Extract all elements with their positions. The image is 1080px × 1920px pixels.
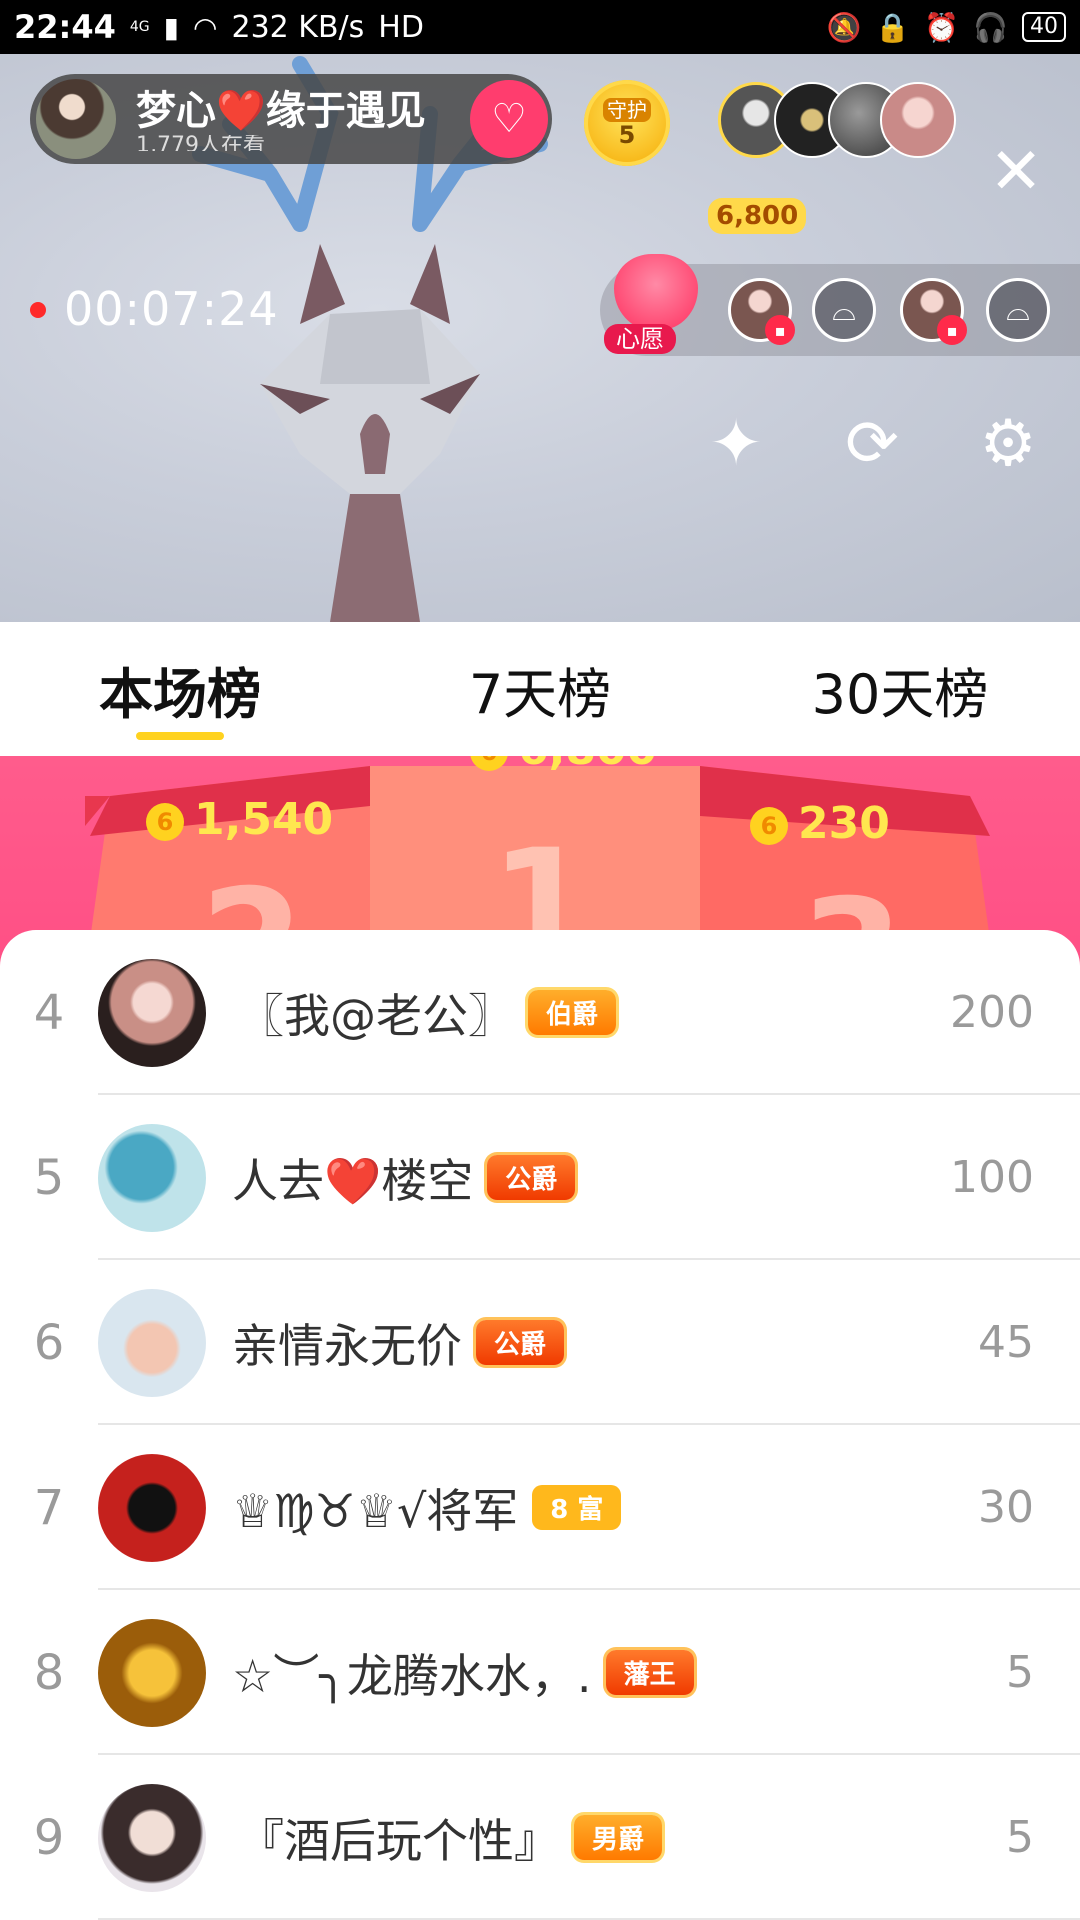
status-time: 22:44 <box>14 8 116 46</box>
magic-wand-icon: ✦ <box>709 407 763 481</box>
network-type: 4G <box>129 19 150 35</box>
beauty-wand-button[interactable]: ✦ <box>696 404 776 484</box>
sofa-icon: ▪ <box>765 315 795 345</box>
camera-switch-icon: ⟳ <box>845 407 899 481</box>
user-name: ♕♍♉♕√将军 <box>232 1483 519 1538</box>
viewer-avatar[interactable] <box>880 82 956 158</box>
tab-current-session[interactable]: 本场榜 <box>0 622 360 756</box>
first-value-text: 6,800 <box>518 756 657 775</box>
signal-icon: ▮ <box>163 10 180 44</box>
tab-7-days[interactable]: 7天榜 <box>360 622 720 756</box>
alarm-icon: ⏰ <box>924 10 960 44</box>
host-name: 梦心❤️缘于遇见 <box>136 88 426 134</box>
user-name: ☆︶╮龙腾水水，. <box>232 1648 592 1703</box>
follow-button[interactable]: ♡ <box>470 80 548 158</box>
rank-number: 8 <box>33 1644 65 1701</box>
tab-label: 7天榜 <box>468 662 612 726</box>
viewer-count: 1,779人在看 <box>136 135 265 151</box>
tab-30-days[interactable]: 30天榜 <box>720 622 1080 756</box>
top-viewers[interactable] <box>718 82 956 164</box>
user-name: 亲情永无价 <box>232 1318 462 1373</box>
mic-seat-occupied[interactable]: ▪ <box>728 278 795 345</box>
heart-plus-icon: ♡ <box>491 96 527 142</box>
hd-label: HD <box>378 9 424 45</box>
wish-label[interactable]: 心愿 <box>604 324 676 354</box>
host-avatar[interactable] <box>36 79 116 159</box>
avatar[interactable] <box>98 1453 206 1562</box>
rank-badge: 藩王 <box>605 1650 694 1695</box>
close-button[interactable]: ✕ <box>982 140 1050 208</box>
wish-heart-icon[interactable] <box>614 254 698 330</box>
live-video[interactable]: 梦心❤️缘于遇见 1,779人在看 ♡ 守护 5 6,800 ✕ 00:07:2… <box>0 54 1080 622</box>
status-bar: 22:44 4G ▮ ◠ 232 KB/s HD 🔕 🔒 ⏰ 🎧 40 <box>0 0 1080 54</box>
score: 5 <box>1006 1647 1034 1698</box>
guard-level: 5 <box>618 121 636 149</box>
close-icon: ✕ <box>989 135 1043 209</box>
network-speed: 232 KB/s <box>231 9 365 45</box>
rank-number: 9 <box>33 1809 65 1866</box>
coin-icon: 6 <box>750 807 788 845</box>
third-place-value: 6 230 <box>750 798 890 849</box>
user-name: 人去❤️楼空 <box>232 1153 474 1208</box>
switch-camera-button[interactable]: ⟳ <box>832 404 912 484</box>
rank-badge: 8 富 <box>532 1485 622 1530</box>
rank-badge: 男爵 <box>574 1815 663 1860</box>
ranking-list: 4 〖我@老公〗 伯爵 200 5 人去❤️楼空 公爵 100 6 亲情永无价 … <box>0 930 1080 1920</box>
coin-icon: 6 <box>470 756 508 771</box>
list-item[interactable]: 7 ♕♍♉♕√将军 8 富 30 <box>0 1425 1080 1590</box>
live-dot <box>30 302 46 318</box>
settings-button[interactable]: ⚙ <box>968 404 1048 484</box>
contribution-count: 6,800 <box>708 198 807 234</box>
leaderboard-tabs: 本场榜 7天榜 30天榜 <box>0 622 1080 756</box>
list-item[interactable]: 9 『酒后玩个性』 男爵 5 <box>0 1755 1080 1920</box>
active-tab-indicator <box>136 732 224 740</box>
rank-number: 6 <box>33 1314 65 1371</box>
lock-icon: 🔒 <box>875 10 911 44</box>
coin-icon: 6 <box>146 803 184 841</box>
rank-number: 5 <box>33 1149 65 1206</box>
guard-label: 守护 <box>603 98 651 122</box>
headset-icon: 🎧 <box>973 10 1008 44</box>
rank-number: 7 <box>33 1479 65 1536</box>
rank-badge: 公爵 <box>487 1155 576 1200</box>
list-item[interactable]: 5 人去❤️楼空 公爵 100 <box>0 1095 1080 1260</box>
score: 5 <box>1006 1812 1034 1863</box>
second-place-value: 6 1,540 <box>146 794 333 845</box>
score: 100 <box>950 1152 1034 1203</box>
rank-badge: 公爵 <box>476 1320 565 1365</box>
first-place-value: 6 6,800 <box>470 756 657 775</box>
battery-icon: 40 <box>1022 12 1066 42</box>
user-name: 〖我@老公〗 <box>238 988 514 1043</box>
sofa-icon: ▪ <box>937 315 967 345</box>
guard-badge[interactable]: 守护 5 <box>584 80 670 166</box>
list-item[interactable]: 8 ☆︶╮龙腾水水，. 藩王 5 <box>0 1590 1080 1755</box>
mic-seat-empty[interactable]: ⌓ <box>986 278 1050 342</box>
tab-label: 本场榜 <box>99 662 261 726</box>
avatar[interactable] <box>98 958 206 1067</box>
rank-number: 4 <box>33 984 65 1041</box>
list-item[interactable]: 6 亲情永无价 公爵 45 <box>0 1260 1080 1425</box>
avatar[interactable] <box>98 1783 206 1892</box>
wifi-icon: ◠ <box>193 10 218 44</box>
mute-icon: 🔕 <box>826 10 862 44</box>
tab-label: 30天榜 <box>811 662 989 726</box>
sofa-icon: ⌓ <box>1006 292 1030 328</box>
avatar[interactable] <box>98 1618 206 1727</box>
mic-seat-empty[interactable]: ⌓ <box>812 278 876 342</box>
mic-seat-occupied[interactable]: ▪ <box>900 278 967 345</box>
score: 45 <box>978 1317 1034 1368</box>
gear-icon: ⚙ <box>979 407 1037 481</box>
second-value-text: 1,540 <box>194 794 334 845</box>
avatar[interactable] <box>98 1123 206 1232</box>
live-timer: 00:07:24 <box>64 282 279 336</box>
list-item[interactable]: 4 〖我@老公〗 伯爵 200 <box>0 930 1080 1095</box>
score: 200 <box>950 987 1034 1038</box>
host-info-pill[interactable]: 梦心❤️缘于遇见 1,779人在看 ♡ <box>30 74 552 164</box>
sofa-icon: ⌓ <box>832 292 856 328</box>
rank-badge: 伯爵 <box>528 990 617 1035</box>
third-value-text: 230 <box>798 798 890 849</box>
user-name: 『酒后玩个性』 <box>238 1813 560 1868</box>
avatar[interactable] <box>98 1288 206 1397</box>
score: 30 <box>978 1482 1034 1533</box>
